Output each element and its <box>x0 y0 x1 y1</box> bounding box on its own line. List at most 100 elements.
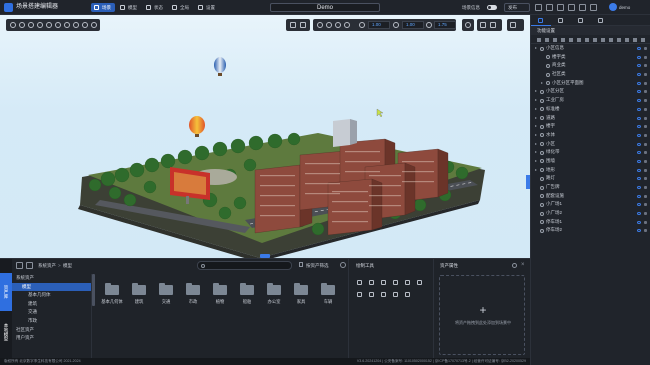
eye-icon[interactable] <box>637 151 641 155</box>
ungroup-icon[interactable] <box>577 38 581 42</box>
breadcrumb-root[interactable]: 系统资产 <box>38 262 56 269</box>
layer-item[interactable]: 道路 <box>531 114 650 123</box>
folder-item[interactable]: 家具 <box>289 282 313 306</box>
down-icon[interactable] <box>593 38 597 42</box>
group-icon[interactable] <box>569 38 573 42</box>
eye-icon[interactable] <box>637 194 641 198</box>
layer-item[interactable]: 小区信息 <box>531 44 650 53</box>
lock-icon[interactable] <box>644 81 647 85</box>
chevron-right-icon[interactable] <box>535 107 537 110</box>
lock-icon[interactable] <box>644 212 647 216</box>
align-right-icon[interactable] <box>381 292 386 297</box>
lock-icon[interactable] <box>644 55 647 59</box>
breadcrumb-current[interactable]: 模型 <box>63 262 72 269</box>
eye-icon[interactable] <box>637 99 641 103</box>
tab-layers[interactable] <box>531 15 551 26</box>
lock-icon[interactable] <box>641 38 645 42</box>
delete-icon[interactable] <box>561 38 565 42</box>
layer-item[interactable]: 小广场2 <box>531 209 650 218</box>
nav-settings-button[interactable]: 设置 <box>195 3 219 12</box>
eye-icon[interactable] <box>637 116 641 120</box>
eye-icon[interactable] <box>637 107 641 111</box>
lock-icon[interactable] <box>644 64 647 68</box>
eye-icon[interactable] <box>637 168 641 172</box>
nav-scene-button[interactable]: 场景 <box>91 3 115 12</box>
user-name[interactable]: demo <box>619 4 630 11</box>
chevron-right-icon[interactable] <box>535 125 537 128</box>
lock-icon[interactable] <box>644 151 647 155</box>
lock-icon[interactable] <box>644 194 647 198</box>
layer-item[interactable]: 配套设施 <box>531 192 650 201</box>
asset-tree-item[interactable]: 系统资产 <box>12 274 91 283</box>
chevron-right-icon[interactable] <box>535 90 537 93</box>
lock-icon[interactable] <box>644 220 647 224</box>
layer-item[interactable]: 楼宇 <box>531 122 650 131</box>
eye-icon[interactable] <box>637 212 641 216</box>
eye-icon[interactable] <box>637 81 641 85</box>
eye-icon[interactable] <box>637 55 641 59</box>
asset-tree-item[interactable]: 建筑 <box>12 300 91 309</box>
eye-icon[interactable] <box>637 203 641 207</box>
chevron-right-icon[interactable] <box>535 116 537 119</box>
eye-icon[interactable] <box>637 220 641 224</box>
lock-icon[interactable] <box>644 107 647 111</box>
distribute-icon[interactable] <box>393 292 398 297</box>
chevron-right-icon[interactable] <box>535 47 537 49</box>
layer-item[interactable]: 小广场1 <box>531 200 650 209</box>
layer-item[interactable]: 小区 <box>531 140 650 149</box>
chevron-right-icon[interactable] <box>535 168 537 171</box>
lock-icon[interactable] <box>644 177 647 181</box>
folder-item[interactable]: 植物 <box>208 282 232 306</box>
eye-icon[interactable] <box>637 159 641 163</box>
eye-icon[interactable] <box>637 125 641 129</box>
chevron-right-icon[interactable] <box>541 81 543 84</box>
asset-tree-item[interactable]: 用户资产 <box>12 334 91 343</box>
scene-info-toggle[interactable] <box>487 5 497 10</box>
close-icon[interactable]: × <box>521 262 526 268</box>
asset-tree-item[interactable]: 市政 <box>12 317 91 326</box>
layer-item[interactable]: 地形 <box>531 166 650 175</box>
nav-global-button[interactable]: 全局 <box>169 3 193 12</box>
eye-icon[interactable] <box>637 47 641 50</box>
lock-icon[interactable] <box>644 73 647 77</box>
align-center-icon[interactable] <box>369 292 374 297</box>
lock-icon[interactable] <box>644 99 647 103</box>
forward-icon[interactable] <box>26 262 33 269</box>
lock-icon[interactable] <box>644 47 647 50</box>
filter-label[interactable]: 按资产筛选 <box>306 262 329 269</box>
save-icon[interactable] <box>535 4 542 11</box>
spacing-icon[interactable] <box>405 292 410 297</box>
help-icon[interactable] <box>579 4 586 11</box>
lock-icon[interactable] <box>644 203 647 207</box>
eye-icon[interactable] <box>637 142 641 146</box>
asset-tree-item[interactable]: 模型 <box>12 282 91 292</box>
layer-item[interactable]: 停车场2 <box>531 226 650 235</box>
layer-item[interactable]: 停车场1 <box>531 218 650 227</box>
line-tool-icon[interactable] <box>369 280 374 285</box>
folder-item[interactable]: 船舶 <box>235 282 259 306</box>
expand-icon[interactable] <box>617 38 621 42</box>
tab-tools[interactable] <box>591 15 611 26</box>
lock-icon[interactable] <box>644 142 647 146</box>
up-icon[interactable] <box>585 38 589 42</box>
point-tool-icon[interactable] <box>357 280 362 285</box>
filter-icon[interactable] <box>299 262 303 267</box>
layer-item[interactable]: 围墙 <box>531 157 650 166</box>
folder-item[interactable]: 车辆 <box>316 282 340 306</box>
gear-icon[interactable] <box>512 263 517 268</box>
layer-item[interactable]: 商业类 <box>531 61 650 70</box>
folder-item[interactable]: 市政 <box>181 282 205 306</box>
chevron-right-icon[interactable] <box>535 133 537 136</box>
refresh-icon[interactable] <box>340 262 346 268</box>
asset-tree-item[interactable]: 社区资产 <box>12 326 91 335</box>
collapse-icon[interactable] <box>625 38 629 42</box>
layer-item[interactable]: 路灯 <box>531 174 650 183</box>
layer-item[interactable]: 工业厂房 <box>531 96 650 105</box>
lock-icon[interactable] <box>644 125 647 129</box>
visibility-icon[interactable] <box>633 38 637 42</box>
layer-item[interactable]: 小区分区平面图 <box>531 79 650 88</box>
asset-tree-item[interactable]: 交通 <box>12 308 91 317</box>
undo-icon[interactable] <box>546 4 553 11</box>
lock-icon[interactable] <box>644 133 647 137</box>
layer-item[interactable]: 标准楼 <box>531 105 650 114</box>
